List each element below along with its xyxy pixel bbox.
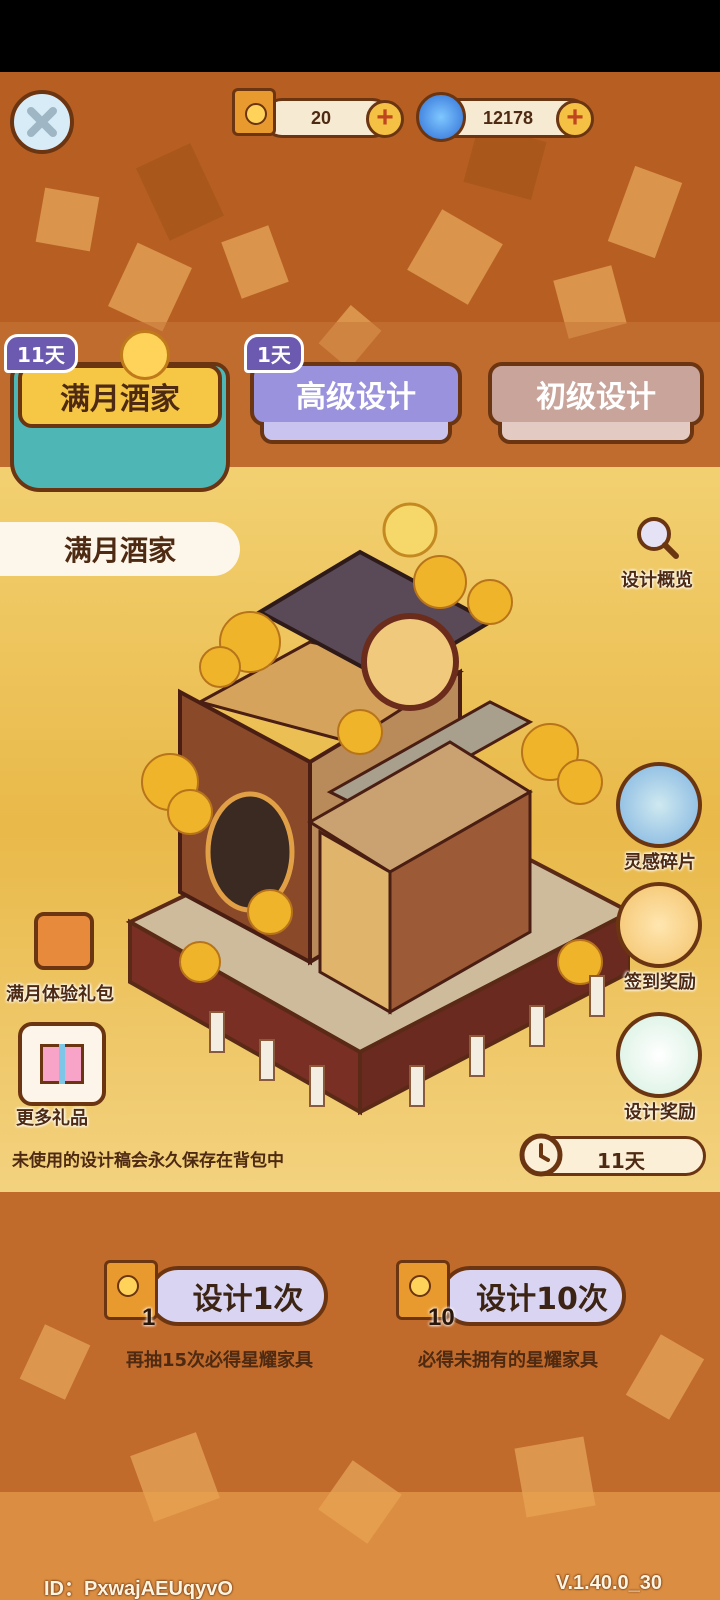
design-reward-button[interactable]: 设计奖励 (610, 1012, 710, 1124)
draw-once-note: 再抽15次必得星耀家具 (126, 1350, 314, 1371)
trial-gift-pack-button[interactable]: 满月体验礼包 (6, 912, 150, 1012)
close-icon (27, 107, 57, 137)
tab-day-badge: 11天 (4, 334, 78, 373)
draw-ten-label: 设计10次 (476, 1282, 608, 1317)
draw-once-label: 设计1次 (192, 1282, 304, 1317)
tab-basic-base (498, 422, 694, 444)
gift-box-icon (18, 1022, 106, 1106)
star-currency-value: 12178 (483, 107, 534, 128)
treasure-chest-icon (34, 912, 94, 970)
tab-basic-design[interactable]: 初级设计 (488, 362, 704, 426)
event-timer: 11天 (519, 1133, 706, 1177)
gold-coin-decor-icon (120, 330, 170, 380)
bottom-background (0, 1192, 720, 1600)
tab-full-moon-restaurant-label[interactable]: 满月酒家 (18, 364, 222, 428)
design-scroll-icon (232, 88, 276, 136)
blue-swirl-icon (416, 92, 466, 142)
design-reward-label: 设计奖励 (624, 1102, 696, 1123)
tab-day-badge: 1天 (244, 334, 304, 373)
draw-ten-cost: 10 (428, 1304, 455, 1331)
player-id-value: PxwajAEUqyvO (84, 1578, 233, 1600)
add-ticket-button[interactable]: + (366, 100, 404, 138)
design-overview-label: 设计概览 (621, 570, 693, 591)
add-currency-button[interactable]: + (556, 100, 594, 138)
design-ticket-value: 20 (311, 107, 332, 128)
rabbit-mascot-icon (616, 1012, 702, 1098)
tab-label: 满月酒家 (60, 382, 180, 417)
tab-label: 初级设计 (536, 380, 656, 415)
gacha-design-screen: 20 + 12178 + 满月酒家 11天 高级设计 1天 初级设计 满月酒家 (0, 72, 720, 1600)
restaurant-building-illustration (125, 502, 630, 1116)
inspiration-fragments-label: 灵感碎片 (624, 852, 696, 873)
storage-notice: 未使用的设计稿会永久保存在背包中 (12, 1151, 284, 1171)
close-button[interactable] (10, 90, 74, 154)
signin-reward-button[interactable]: 签到奖励 (610, 882, 710, 994)
draw-once-cost: 1 (142, 1304, 156, 1331)
draw-ten-button[interactable]: 设计10次 (440, 1266, 626, 1326)
clock-icon (519, 1133, 563, 1177)
magnifier-icon (637, 517, 679, 559)
player-id: ID：PxwajAEUqyvO (44, 1572, 233, 1600)
signin-reward-label: 签到奖励 (624, 972, 696, 993)
map-fragment-icon (616, 762, 702, 848)
calendar-icon (616, 882, 702, 968)
more-gifts-label: 更多礼品 (16, 1108, 88, 1129)
version-label: V.1.40.0_30 (556, 1572, 663, 1594)
player-id-label: ID： (44, 1578, 84, 1600)
design-overview-button[interactable]: 设计概览 (612, 512, 702, 592)
more-gifts-button[interactable]: 更多礼品 (10, 1022, 120, 1132)
trial-gift-pack-label: 满月体验礼包 (6, 984, 114, 1005)
event-timer-value: 11天 (597, 1149, 645, 1173)
tab-advanced-base (260, 422, 452, 444)
tab-label: 高级设计 (296, 380, 416, 415)
inspiration-fragments-button[interactable]: 灵感碎片 (610, 762, 710, 874)
draw-ten-note: 必得未拥有的星耀家具 (418, 1350, 598, 1371)
draw-once-button[interactable]: 设计1次 (148, 1266, 328, 1326)
